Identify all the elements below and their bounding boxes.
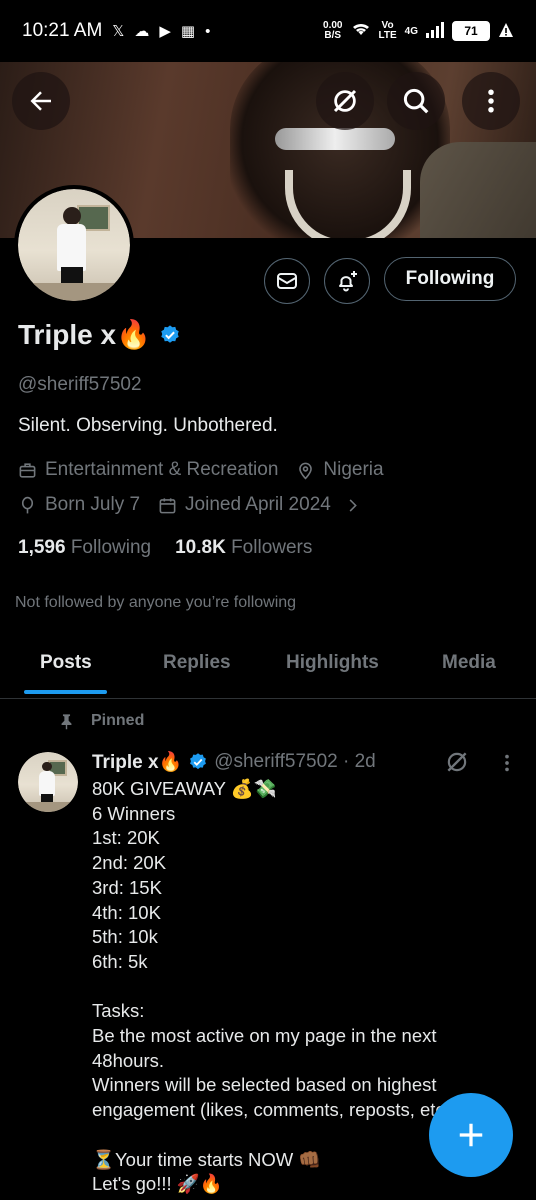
youtube-icon: ▶ [159, 23, 171, 40]
tweet-grok-icon[interactable] [444, 749, 470, 775]
banner-glasses [275, 128, 395, 150]
not-followed-text: Not followed by anyone you’re following [15, 594, 297, 611]
notify-button[interactable] [324, 258, 370, 304]
verified-badge-icon[interactable] [159, 324, 181, 346]
search-icon [403, 88, 429, 114]
pinned-indicator: Pinned [58, 712, 144, 730]
tweet-avatar-floor [18, 802, 78, 812]
news-icon: ▦ [180, 23, 196, 40]
more-vertical-icon [488, 89, 494, 113]
name-row: Triple x🔥 [18, 318, 181, 351]
plus-icon [459, 1123, 483, 1147]
status-time: 10:21 AM [22, 20, 103, 41]
tweet-handle-time: @sheriff57502 · 2d [214, 751, 376, 772]
banner-chain [285, 170, 411, 238]
followers-label: Followers [231, 537, 313, 558]
x-logo-icon: 𝕏 [112, 23, 125, 40]
calendar-icon [159, 497, 176, 513]
volte-indicator: Vo LTE [379, 21, 397, 41]
profile-bio: Silent. Observing. Unbothered. [18, 415, 278, 436]
signal-icon [426, 21, 444, 41]
profile-joined: Joined April 2024 [185, 494, 331, 515]
avatar-image [18, 189, 130, 301]
back-button[interactable] [12, 72, 70, 130]
dot-icon: • [205, 22, 211, 40]
following-count: 1,596 [18, 537, 66, 558]
net-speed-unit: B/S [324, 30, 342, 41]
message-button[interactable] [264, 258, 310, 304]
following-button[interactable]: Following [384, 257, 516, 301]
wifi-icon [351, 21, 371, 42]
location-icon [299, 462, 313, 480]
status-bar: 10:21 AM 𝕏 ☁ ▶ ▦ • 0.00 B/S Vo LTE 4G 71 [0, 0, 536, 62]
grok-button[interactable] [316, 72, 374, 130]
profile-location: Nigeria [323, 459, 384, 480]
follow-counts: 1,596 Following 10.8K Followers [18, 537, 312, 559]
tab-media[interactable]: Media [442, 652, 496, 674]
banner-jacket [420, 142, 536, 238]
status-right: 0.00 B/S Vo LTE 4G 71 [323, 21, 514, 42]
pinned-label: Pinned [91, 712, 145, 729]
compose-button[interactable] [429, 1093, 513, 1177]
alert-icon [498, 22, 514, 41]
tab-posts[interactable]: Posts [40, 652, 92, 674]
battery-icon: 71 [452, 21, 490, 41]
active-tab-indicator [24, 690, 107, 694]
profile-birthday: Born July 7 [45, 494, 141, 515]
mail-icon [277, 273, 297, 289]
balloon-icon [21, 496, 34, 513]
bell-plus-icon [339, 271, 357, 292]
profile-category[interactable]: Entertainment & Recreation [45, 459, 278, 481]
followers-count: 10.8K [175, 537, 226, 558]
meta-row-1: Entertainment & Recreation Nigeria [18, 459, 384, 481]
volte-bottom: LTE [378, 30, 397, 41]
avatar-floor [18, 283, 130, 301]
briefcase-icon [19, 462, 36, 478]
tweet-author-avatar[interactable] [18, 752, 78, 812]
followers-count-link[interactable]: 10.8K Followers [175, 537, 312, 559]
tab-highlights[interactable]: Highlights [286, 652, 379, 674]
pin-icon [61, 713, 72, 729]
tab-replies[interactable]: Replies [163, 652, 231, 674]
profile-handle: @sheriff57502 [18, 374, 142, 395]
avatar-person-head [62, 206, 81, 225]
net-speed: 0.00 B/S [323, 21, 342, 41]
tweet-author-name[interactable]: Triple x🔥 [92, 750, 182, 774]
tweet-verified-badge-icon [190, 753, 207, 770]
tweet-avatar-person-head [42, 761, 52, 772]
meta-row-2: Born July 7 Joined April 2024 [18, 494, 362, 516]
tweet-more-icon[interactable] [496, 750, 518, 776]
tweet-avatar-person-body [39, 770, 55, 796]
back-arrow-icon [30, 91, 51, 111]
more-button[interactable] [462, 72, 520, 130]
tweet-avatar-image [18, 752, 78, 812]
grok-icon [333, 89, 357, 113]
chevron-right-icon[interactable] [343, 496, 362, 515]
profile-avatar[interactable] [14, 185, 134, 305]
battery-level: 71 [464, 24, 478, 38]
status-left: 10:21 AM 𝕏 ☁ ▶ ▦ • [22, 20, 210, 42]
display-name: Triple x🔥 [18, 319, 151, 350]
cloud-icon: ☁ [134, 23, 150, 40]
following-count-link[interactable]: 1,596 Following [18, 537, 151, 559]
search-button[interactable] [387, 72, 445, 130]
avatar-person-body [57, 223, 87, 271]
network-type: 4G [404, 25, 418, 37]
following-label: Following [70, 537, 152, 558]
tweet-header: Triple x🔥 @sheriff57502 · 2d [92, 750, 376, 774]
